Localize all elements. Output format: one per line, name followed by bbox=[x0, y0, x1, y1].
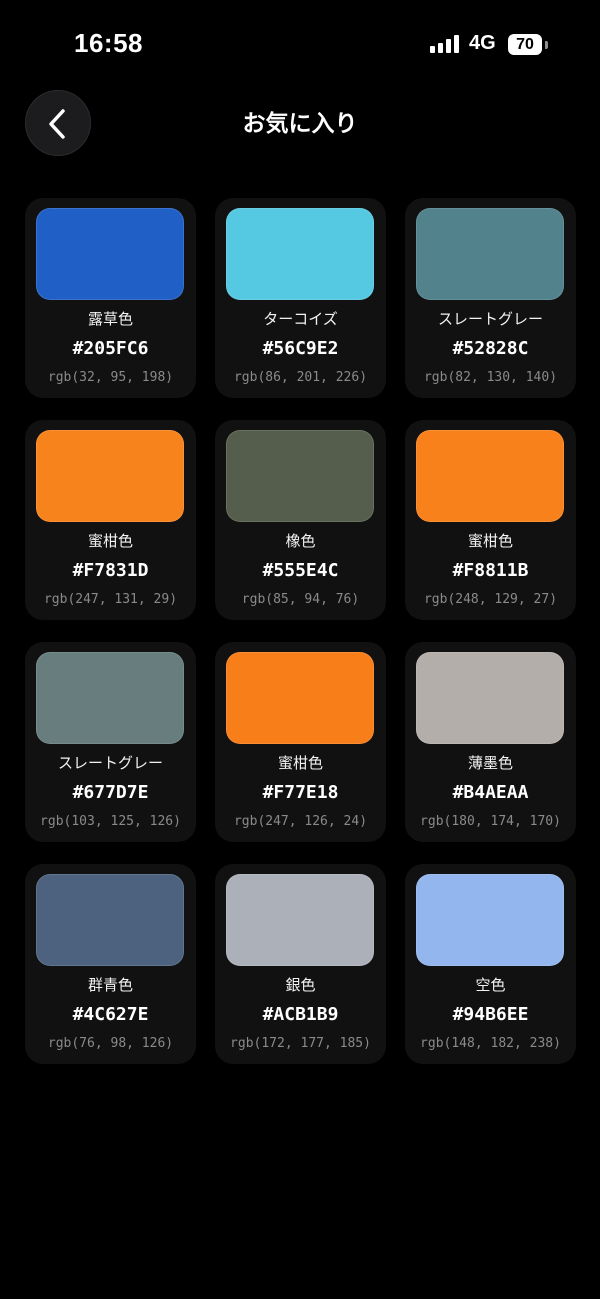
color-swatch bbox=[226, 430, 374, 522]
color-swatch bbox=[416, 874, 564, 966]
signal-icon bbox=[430, 35, 462, 53]
color-name: 蜜柑色 bbox=[87, 532, 133, 550]
battery-level: 70 bbox=[516, 36, 534, 53]
status-time: 16:58 bbox=[74, 28, 143, 58]
color-card[interactable]: スレートグレー #52828C rgb(82, 130, 140) bbox=[405, 198, 576, 398]
color-hex: #555E4C bbox=[262, 560, 339, 581]
color-swatch bbox=[226, 874, 374, 966]
color-card[interactable]: ターコイズ #56C9E2 rgb(86, 201, 226) bbox=[215, 198, 386, 398]
color-hex: #B4AEAA bbox=[452, 782, 529, 803]
battery-cap bbox=[545, 41, 548, 49]
color-rgb: rgb(172, 177, 185) bbox=[230, 1036, 371, 1051]
color-hex: #ACB1B9 bbox=[262, 1004, 339, 1025]
color-rgb: rgb(247, 131, 29) bbox=[43, 592, 178, 607]
color-card[interactable]: 蜜柑色 #F8811B rgb(248, 129, 27) bbox=[405, 420, 576, 620]
color-rgb: rgb(148, 182, 238) bbox=[420, 1036, 561, 1051]
color-swatch bbox=[36, 874, 184, 966]
color-name: スレートグレー bbox=[437, 310, 543, 328]
color-rgb: rgb(86, 201, 226) bbox=[233, 370, 368, 385]
status-bar: 16:58 4G 70 bbox=[0, 0, 600, 90]
color-card[interactable]: 橡色 #555E4C rgb(85, 94, 76) bbox=[215, 420, 386, 620]
color-rgb: rgb(76, 98, 126) bbox=[47, 1036, 174, 1051]
color-card[interactable]: 露草色 #205FC6 rgb(32, 95, 198) bbox=[25, 198, 196, 398]
color-swatch bbox=[36, 652, 184, 744]
color-hex: #F8811B bbox=[452, 560, 529, 581]
color-name: スレートグレー bbox=[57, 754, 163, 772]
color-name: 群青色 bbox=[87, 976, 133, 994]
color-rgb: rgb(248, 129, 27) bbox=[423, 592, 558, 607]
color-name: 銀色 bbox=[285, 976, 316, 994]
color-hex: #205FC6 bbox=[72, 338, 149, 359]
color-name: 橡色 bbox=[285, 532, 316, 550]
color-swatch bbox=[416, 430, 564, 522]
color-hex: #52828C bbox=[452, 338, 529, 359]
color-hex: #56C9E2 bbox=[262, 338, 339, 359]
battery-icon: 70 bbox=[508, 34, 542, 55]
page-title: お気に入り bbox=[242, 111, 358, 137]
color-swatch bbox=[36, 430, 184, 522]
color-swatch bbox=[416, 652, 564, 744]
color-hex: #677D7E bbox=[72, 782, 149, 803]
color-rgb: rgb(180, 174, 170) bbox=[420, 814, 561, 829]
color-name: 蜜柑色 bbox=[467, 532, 513, 550]
color-rgb: rgb(85, 94, 76) bbox=[241, 592, 360, 607]
color-card[interactable]: 空色 #94B6EE rgb(148, 182, 238) bbox=[405, 864, 576, 1064]
color-name: 空色 bbox=[475, 976, 506, 994]
color-rgb: rgb(32, 95, 198) bbox=[47, 370, 174, 385]
network-label: 4G bbox=[469, 32, 496, 54]
color-name: 蜜柑色 bbox=[277, 754, 323, 772]
color-name: 露草色 bbox=[87, 310, 133, 328]
color-card[interactable]: 銀色 #ACB1B9 rgb(172, 177, 185) bbox=[215, 864, 386, 1064]
color-card[interactable]: 蜜柑色 #F77E18 rgb(247, 126, 24) bbox=[215, 642, 386, 842]
color-name: 薄墨色 bbox=[467, 754, 513, 772]
favorites-grid: 露草色 #205FC6 rgb(32, 95, 198) ターコイズ #56C9… bbox=[25, 198, 576, 1064]
color-swatch bbox=[36, 208, 184, 300]
color-swatch bbox=[226, 652, 374, 744]
color-swatch bbox=[226, 208, 374, 300]
color-rgb: rgb(82, 130, 140) bbox=[423, 370, 558, 385]
color-rgb: rgb(247, 126, 24) bbox=[233, 814, 368, 829]
color-hex: #94B6EE bbox=[452, 1004, 529, 1025]
color-hex: #F7831D bbox=[72, 560, 149, 581]
color-card[interactable]: 蜜柑色 #F7831D rgb(247, 131, 29) bbox=[25, 420, 196, 620]
color-card[interactable]: 群青色 #4C627E rgb(76, 98, 126) bbox=[25, 864, 196, 1064]
color-hex: #4C627E bbox=[72, 1004, 149, 1025]
color-card[interactable]: 薄墨色 #B4AEAA rgb(180, 174, 170) bbox=[405, 642, 576, 842]
color-rgb: rgb(103, 125, 126) bbox=[40, 814, 181, 829]
color-card[interactable]: スレートグレー #677D7E rgb(103, 125, 126) bbox=[25, 642, 196, 842]
color-name: ターコイズ bbox=[263, 310, 338, 328]
color-swatch bbox=[416, 208, 564, 300]
color-hex: #F77E18 bbox=[262, 782, 339, 803]
